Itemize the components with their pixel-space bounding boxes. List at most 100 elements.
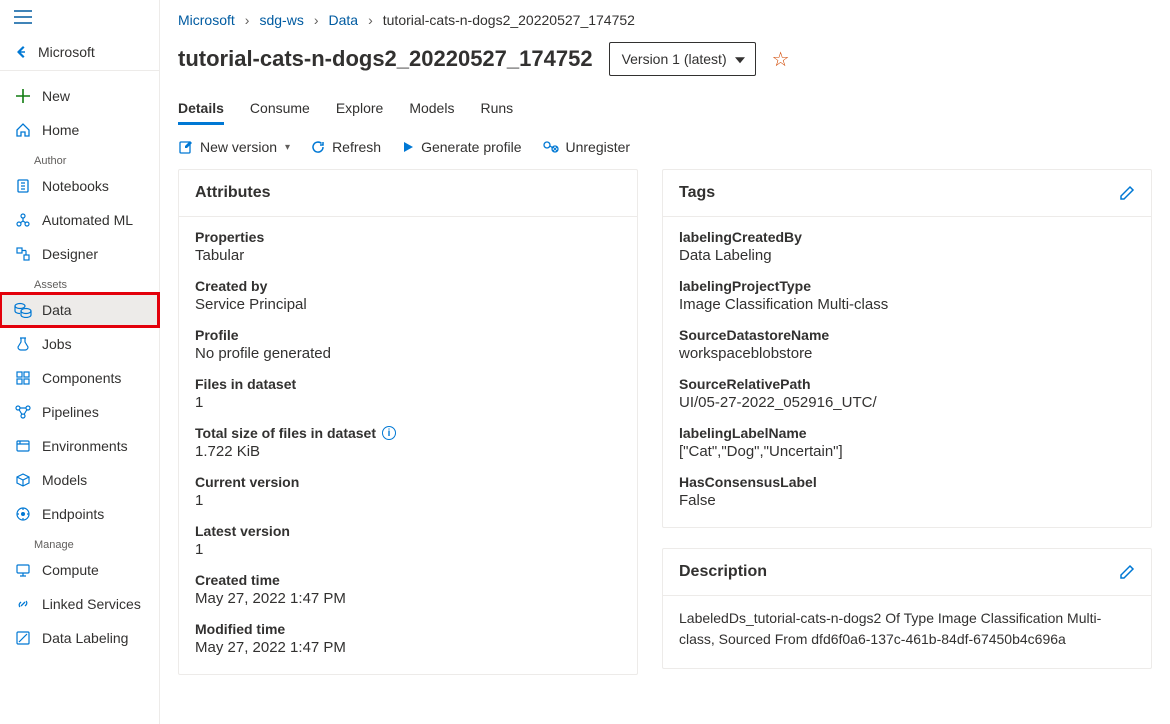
chevron-down-icon: ▾ xyxy=(285,142,290,153)
tag-labelingLabelName-v: ["Cat","Dog","Uncertain"] xyxy=(679,443,1135,460)
play-icon xyxy=(401,140,415,154)
nav-jobs[interactable]: Jobs xyxy=(0,327,159,361)
nav-new[interactable]: New xyxy=(0,79,159,113)
nav-endpoints[interactable]: Endpoints xyxy=(0,497,159,531)
new-version-icon xyxy=(178,139,194,155)
endpoints-icon xyxy=(15,506,31,522)
nav-notebooks[interactable]: Notebooks xyxy=(0,169,159,203)
attributes-header: Attributes xyxy=(179,170,637,217)
new-version-button[interactable]: New version ▾ xyxy=(178,139,290,155)
tab-explore[interactable]: Explore xyxy=(336,94,383,125)
edit-description-button[interactable] xyxy=(1119,564,1135,580)
description-card: Description LabeledDs_tutorial-cats-n-do… xyxy=(662,548,1152,669)
page-title: tutorial-cats-n-dogs2_20220527_174752 xyxy=(178,46,593,72)
generate-profile-button[interactable]: Generate profile xyxy=(401,139,521,155)
tag-labelingCreatedBy-k: labelingCreatedBy xyxy=(679,229,1135,245)
nav-automl[interactable]: Automated ML xyxy=(0,203,159,237)
components-icon xyxy=(15,370,31,386)
tag-SourceDatastoreName-k: SourceDatastoreName xyxy=(679,327,1135,343)
crumb-data[interactable]: Data xyxy=(329,12,359,28)
home-icon xyxy=(15,122,31,138)
attr-latestver-v: 1 xyxy=(195,541,621,558)
plus-icon xyxy=(16,89,30,103)
tab-models[interactable]: Models xyxy=(409,94,454,125)
attr-createdby-k: Created by xyxy=(195,278,621,294)
compute-icon xyxy=(15,562,31,578)
attr-latestver-k: Latest version xyxy=(195,523,621,539)
section-manage: Manage xyxy=(0,531,159,553)
version-dropdown[interactable]: Version 1 (latest) xyxy=(609,42,756,76)
designer-icon xyxy=(15,246,31,262)
sidebar: Microsoft New Home Author Notebooks Auto… xyxy=(0,0,160,724)
breadcrumbs: Microsoft › sdg-ws › Data › tutorial-cat… xyxy=(160,0,1170,34)
menu-toggle[interactable] xyxy=(0,0,159,34)
attr-size-k: Total size of files in dataseti xyxy=(195,425,621,441)
portal-home-link[interactable]: Microsoft xyxy=(0,34,159,71)
tab-details[interactable]: Details xyxy=(178,94,224,125)
nav-environments[interactable]: Environments xyxy=(0,429,159,463)
nav-data-labeling[interactable]: Data Labeling xyxy=(0,621,159,655)
attr-properties-v: Tabular xyxy=(195,247,621,264)
labeling-icon xyxy=(15,630,31,646)
info-icon[interactable]: i xyxy=(382,426,396,440)
nav-pipelines[interactable]: Pipelines xyxy=(0,395,159,429)
environments-icon xyxy=(15,438,31,454)
crumb-current: tutorial-cats-n-dogs2_20220527_174752 xyxy=(383,12,635,28)
attr-modified-time-v: May 27, 2022 1:47 PM xyxy=(195,639,621,656)
nav-linked-services[interactable]: Linked Services xyxy=(0,587,159,621)
refresh-icon xyxy=(310,139,326,155)
hamburger-icon xyxy=(14,10,32,24)
crumb-workspace[interactable]: sdg-ws xyxy=(259,12,303,28)
unregister-button[interactable]: Unregister xyxy=(542,139,631,155)
favorite-star-icon[interactable]: ☆ xyxy=(772,47,790,72)
tags-header: Tags xyxy=(679,184,715,202)
section-author: Author xyxy=(0,147,159,169)
section-assets: Assets xyxy=(0,271,159,293)
attr-properties-k: Properties xyxy=(195,229,621,245)
nav-components[interactable]: Components xyxy=(0,361,159,395)
attr-profile-k: Profile xyxy=(195,327,621,343)
data-icon xyxy=(14,302,32,318)
attributes-card: Attributes Properties Tabular Created by S… xyxy=(178,169,638,675)
attr-created-time-v: May 27, 2022 1:47 PM xyxy=(195,590,621,607)
tag-labelingProjectType-k: labelingProjectType xyxy=(679,278,1135,294)
tag-labelingProjectType-v: Image Classification Multi-class xyxy=(679,296,1135,313)
nav-designer[interactable]: Designer xyxy=(0,237,159,271)
tag-labelingCreatedBy-v: Data Labeling xyxy=(679,247,1135,264)
unregister-icon xyxy=(542,140,560,154)
tabs: Details Consume Explore Models Runs xyxy=(160,84,1170,125)
tab-consume[interactable]: Consume xyxy=(250,94,310,125)
back-arrow-icon xyxy=(14,44,30,60)
description-text: LabeledDs_tutorial-cats-n-dogs2 Of Type … xyxy=(679,608,1135,650)
tag-SourceRelativePath-k: SourceRelativePath xyxy=(679,376,1135,392)
attr-createdby-v: Service Principal xyxy=(195,296,621,313)
attr-curver-v: 1 xyxy=(195,492,621,509)
tag-SourceRelativePath-v: UI/05-27-2022_052916_UTC/ xyxy=(679,394,1135,411)
toolbar: New version ▾ Refresh Generate profile U… xyxy=(160,125,1170,169)
attr-curver-k: Current version xyxy=(195,474,621,490)
attr-size-v: 1.722 KiB xyxy=(195,443,621,460)
models-icon xyxy=(15,472,31,488)
nav-compute[interactable]: Compute xyxy=(0,553,159,587)
tag-labelingLabelName-k: labelingLabelName xyxy=(679,425,1135,441)
description-header: Description xyxy=(679,563,767,581)
nav-home[interactable]: Home xyxy=(0,113,159,147)
notebook-icon xyxy=(15,178,31,194)
tag-HasConsensusLabel-v: False xyxy=(679,492,1135,509)
pencil-icon xyxy=(1119,185,1135,201)
tag-HasConsensusLabel-k: HasConsensusLabel xyxy=(679,474,1135,490)
crumb-microsoft[interactable]: Microsoft xyxy=(178,12,235,28)
attr-files-k: Files in dataset xyxy=(195,376,621,392)
attr-files-v: 1 xyxy=(195,394,621,411)
pipelines-icon xyxy=(15,404,31,420)
refresh-button[interactable]: Refresh xyxy=(310,139,381,155)
pencil-icon xyxy=(1119,564,1135,580)
automl-icon xyxy=(15,212,31,228)
edit-tags-button[interactable] xyxy=(1119,185,1135,201)
tab-runs[interactable]: Runs xyxy=(480,94,513,125)
nav-models[interactable]: Models xyxy=(0,463,159,497)
chevron-right-icon: › xyxy=(314,12,319,28)
chevron-right-icon: › xyxy=(368,12,373,28)
jobs-icon xyxy=(15,336,31,352)
nav-data[interactable]: Data xyxy=(0,293,159,327)
